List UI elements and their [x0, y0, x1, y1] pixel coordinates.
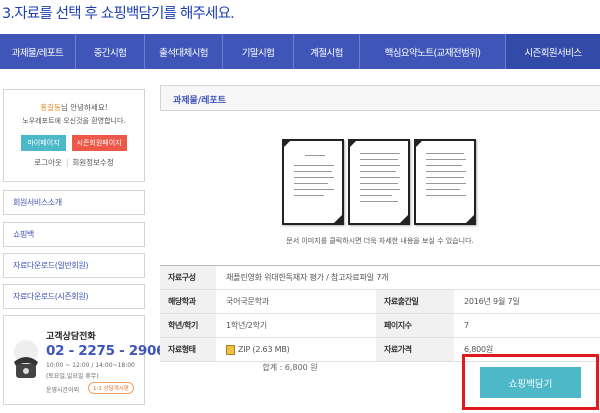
preview-caption: 문서 이미지를 클릭하시면 더욱 자세한 내용을 보실 수 있습니다.: [286, 237, 474, 245]
price-label: 자료가격: [376, 338, 454, 361]
nav-summary-notes[interactable]: 핵심요약노트(교재전범위): [360, 34, 506, 69]
zip-file-icon: [226, 344, 235, 355]
side-menu-download-general[interactable]: 자료다운로드(일반회원): [3, 253, 145, 278]
support-holiday: (토요일,일요일 휴무): [46, 373, 99, 380]
nav-season-member[interactable]: 시즌회원서비스: [506, 34, 600, 69]
composition-value: 채플린영화 위대한독재자 평가 / 참고자료파일 7개: [226, 273, 389, 282]
table-row: 해당학과 국어국문학과 자료출간일 2016년 9월 7일: [160, 290, 600, 314]
pages-label: 페이지수: [376, 314, 454, 337]
greeting-line: 홍길동님 안녕하세요!: [40, 103, 108, 112]
date-label: 자료출간일: [376, 290, 454, 313]
welcome-text: 노우레포트에 오신것을 환영합니다.: [22, 117, 126, 125]
format-label: 자료형태: [160, 338, 216, 361]
dept-label: 해당학과: [160, 290, 216, 313]
user-name: 홍길동: [40, 103, 61, 112]
nav-midterm[interactable]: 중간시험: [76, 34, 145, 69]
user-greeting-box: 홍길동님 안녕하세요! 노우레포트에 오신것을 환영합니다. 마이페이지 시즌회…: [3, 89, 145, 182]
side-menu-shopping-bag[interactable]: 쇼핑백: [3, 222, 145, 247]
side-menu-download-season[interactable]: 자료다운로드(시즌회원): [3, 284, 145, 309]
date-value: 2016년 9월 7일: [464, 297, 520, 306]
total-amount: 합계 : 6,800 원: [262, 363, 318, 372]
highlight-box: [462, 354, 599, 410]
doc-preview-2[interactable]: [348, 139, 410, 225]
edit-profile-link[interactable]: 회원정보수정: [72, 158, 113, 167]
table-row: 학년/학기 1학년/2학기 페이지수 7: [160, 314, 600, 338]
nav-seasonal-exam[interactable]: 계절시험: [294, 34, 360, 69]
support-phone: 02 - 2275 - 2906: [46, 343, 166, 359]
support-title: 고객상담전화: [46, 332, 96, 342]
consult-board-badge[interactable]: 1:1 상담게시판: [88, 382, 134, 394]
mypage-button[interactable]: 마이페이지: [21, 135, 66, 151]
nav-assignment[interactable]: 과제물/레포트: [0, 34, 76, 69]
season-page-button[interactable]: 시즌회원페이지: [71, 135, 127, 151]
format-value: ZIP (2.63 MB): [238, 345, 290, 354]
composition-label: 자료구성: [160, 266, 216, 289]
section-title: 과제물/레포트: [173, 96, 226, 106]
step-heading: 3.자료를 선택 후 쇼핑백담기를 해주세요.: [2, 6, 235, 22]
main-nav: 과제물/레포트 중간시험 출석대체시험 기말시험 계절시험 핵심요약노트(교재전…: [0, 34, 600, 69]
table-row: 자료구성 채플린영화 위대한독재자 평가 / 참고자료파일 7개: [160, 266, 600, 290]
dept-value: 국어국문학과: [226, 297, 269, 306]
customer-support-box: 고객상담전화 02 - 2275 - 2906 10:00 ~ 12:00 / …: [3, 315, 165, 405]
detail-table: 자료구성 채플린영화 위대한독재자 평가 / 참고자료파일 7개 해당학과 국어…: [160, 265, 600, 362]
side-menu-intro[interactable]: 회원서비스소개: [3, 190, 145, 215]
section-header: 과제물/레포트: [160, 85, 600, 111]
grade-value: 1학년/2학기: [226, 321, 267, 330]
support-hours-label: 운영시간이외: [46, 387, 80, 394]
doc-preview-1[interactable]: [282, 139, 344, 225]
grade-label: 학년/학기: [160, 314, 216, 337]
format-cell: ZIP (2.63 MB): [216, 338, 376, 361]
logout-link[interactable]: 로그아웃: [34, 158, 62, 167]
nav-attendance-exam[interactable]: 출석대체시험: [145, 34, 223, 69]
pages-value: 7: [464, 321, 469, 330]
nav-final-exam[interactable]: 기말시험: [223, 34, 294, 69]
doc-preview-3[interactable]: [414, 139, 476, 225]
support-hours: 10:00 ~ 12:00 / 14:00~18:00: [46, 362, 135, 369]
phone-icon: [14, 340, 38, 378]
